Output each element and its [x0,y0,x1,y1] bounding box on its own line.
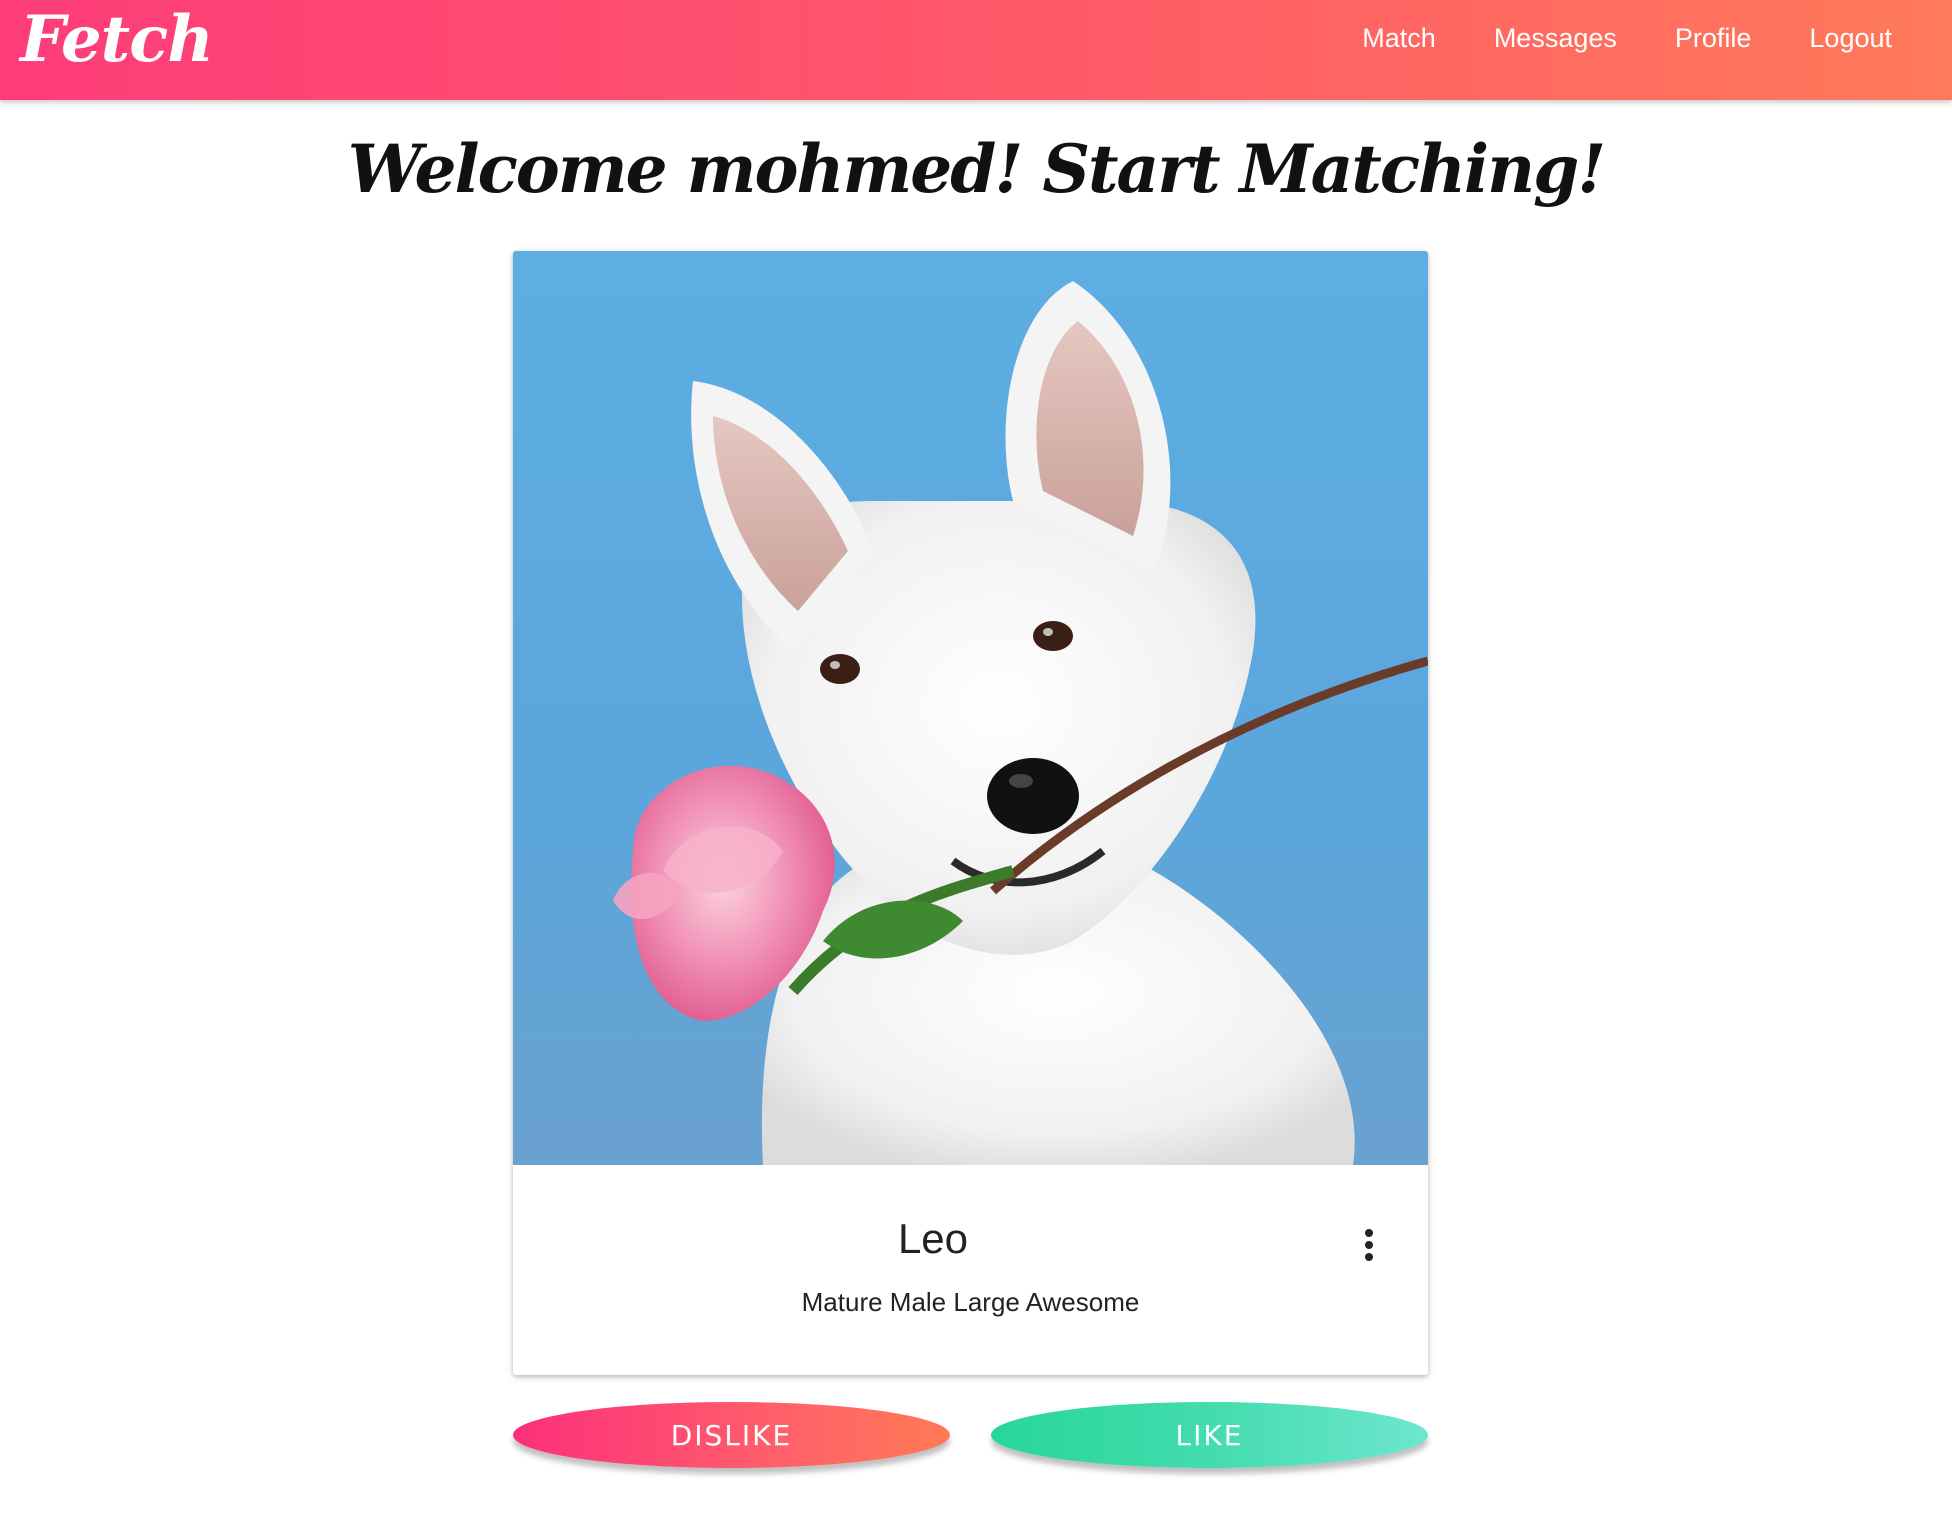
nav-link-logout[interactable]: Logout [1809,23,1892,54]
nav-link-match[interactable]: Match [1362,23,1436,54]
pet-name: Leo [897,1215,969,1262]
navbar: Fetch Match Messages Profile Logout [0,0,1952,100]
like-button[interactable]: LIKE [991,1402,1428,1468]
dislike-button[interactable]: DISLIKE [513,1402,950,1468]
brand-logo[interactable]: Fetch [20,2,214,78]
card-body: Leo Mature Male Large Awesome [513,1165,1428,1375]
pet-traits: Mature Male Large Awesome [801,1287,1140,1317]
pet-card: Leo Mature Male Large Awesome [513,251,1428,1375]
more-vert-icon[interactable] [1353,1225,1385,1265]
nav-link-profile[interactable]: Profile [1675,23,1752,54]
page-title: Welcome mohmed! Start Matching! [347,130,1606,208]
dog-with-rose-image [613,281,1428,1165]
nav-link-messages[interactable]: Messages [1494,23,1617,54]
pet-photo [513,251,1428,1165]
nav-links: Match Messages Profile Logout [1362,0,1952,76]
